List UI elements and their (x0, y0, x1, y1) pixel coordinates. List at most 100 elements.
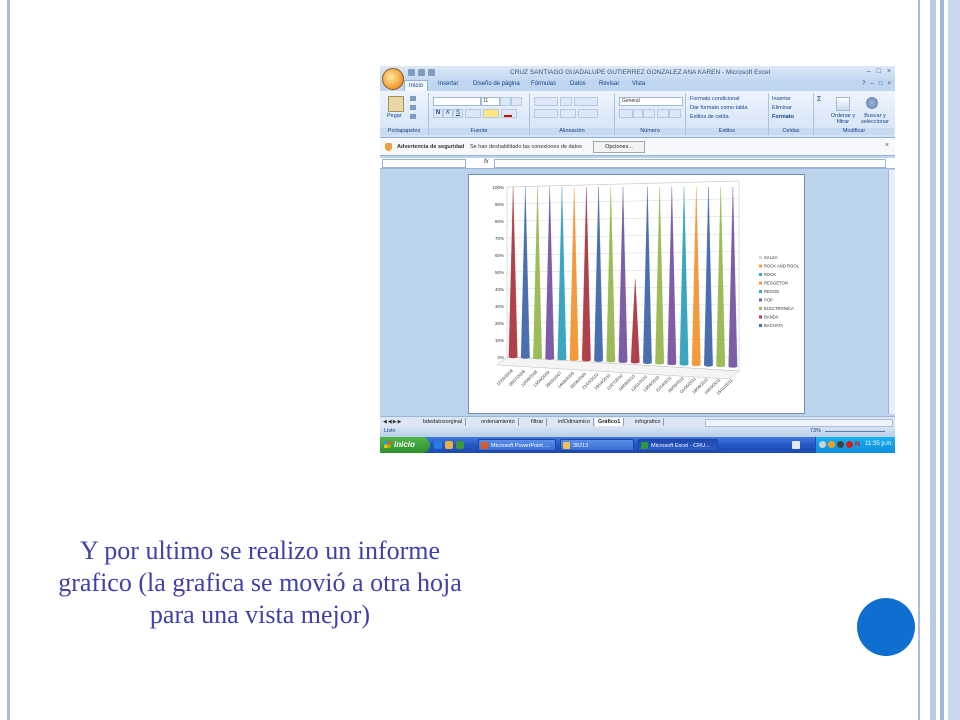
sheet-nav-icons[interactable]: ◀◀▶▶ (383, 419, 402, 425)
alert-icon[interactable] (846, 441, 853, 448)
redo-icon[interactable] (428, 69, 435, 76)
tab-formulas[interactable]: Fórmulas (531, 81, 556, 87)
tab-revisar[interactable]: Revisar (599, 81, 619, 87)
thousands-icon[interactable] (643, 109, 655, 118)
folder-icon[interactable] (445, 441, 453, 449)
italic-icon[interactable]: K (443, 109, 453, 118)
tray-n-icon[interactable]: N (855, 441, 860, 448)
bold-icon[interactable]: N (433, 109, 443, 118)
vertical-align-icon[interactable] (534, 97, 558, 106)
cut-icon[interactable] (410, 96, 416, 101)
tab-insertar[interactable]: Insertar (438, 81, 458, 87)
chart-svg: 0%10%20%30%40%50%60%70%80%90%100%12/05/2… (492, 180, 800, 396)
merge-center-icon[interactable] (578, 109, 598, 118)
wrap-text-icon[interactable] (574, 97, 598, 106)
currency-icon[interactable] (619, 109, 633, 118)
sheet-tab[interactable]: ordenamiento (478, 418, 519, 426)
minimize-icon[interactable]: – (867, 68, 871, 75)
format-cells-button[interactable]: Formato (772, 114, 794, 120)
legend-entry: SALSA (764, 255, 778, 260)
taskbar-folder[interactable]: 36213 (560, 439, 634, 451)
taskbar-excel[interactable]: Microsoft Excel - CRU... (638, 439, 718, 451)
sort-filter-label[interactable]: Ordenar y filtrar (830, 113, 856, 125)
sort-filter-icon[interactable] (836, 97, 850, 111)
shrink-font-icon[interactable] (511, 97, 522, 106)
network-icon[interactable] (819, 441, 826, 448)
y-tick-label: 20% (495, 321, 504, 326)
number-format-select[interactable]: General (619, 97, 683, 106)
tab-vista[interactable]: Vista (632, 81, 645, 87)
grow-font-icon[interactable] (500, 97, 511, 106)
options-button[interactable]: Opciones... (593, 141, 645, 153)
indent-icon[interactable] (560, 109, 576, 118)
minimize-icon[interactable]: – (871, 81, 874, 87)
close-icon[interactable]: × (885, 142, 889, 149)
formula-bar: fx (380, 158, 895, 169)
percent-icon[interactable] (633, 109, 643, 118)
find-select-icon[interactable] (866, 97, 878, 109)
format-as-table-button[interactable]: Dar formato como tabla (690, 105, 747, 111)
fill-color-icon[interactable] (483, 109, 499, 118)
ie-icon[interactable] (434, 441, 442, 449)
autosum-icon[interactable]: Σ (817, 96, 821, 103)
close-icon[interactable]: × (887, 68, 891, 75)
horizontal-align-icon[interactable] (534, 109, 558, 118)
group-numero: General Número (615, 93, 686, 135)
zoom-slider[interactable] (825, 431, 885, 432)
find-select-label[interactable]: Buscar y seleccionar (858, 113, 892, 125)
fx-icon[interactable]: fx (484, 159, 489, 165)
office-button[interactable] (382, 68, 404, 90)
borders-icon[interactable] (465, 109, 481, 118)
antivirus-icon[interactable] (828, 441, 835, 448)
chart-area[interactable]: 0% 10% 20% 30% 40% 50% 60% 70% 80% 90% 100% 12/05/2… (468, 174, 805, 414)
underline-icon[interactable]: S (453, 109, 463, 118)
maximize-icon[interactable]: □ (877, 68, 881, 75)
sheet-tab-active[interactable]: Gráfico1 (595, 418, 625, 426)
help-icon[interactable] (792, 441, 800, 449)
orientation-icon[interactable] (560, 97, 572, 106)
horizontal-scrollbar[interactable] (705, 419, 893, 427)
conditional-format-button[interactable]: Formato condicional (690, 96, 740, 102)
save-icon[interactable] (408, 69, 415, 76)
tab-datos[interactable]: Datos (570, 81, 586, 87)
close-icon[interactable]: × (887, 81, 891, 87)
font-name-select[interactable] (433, 97, 481, 106)
font-size-select[interactable]: 11 (481, 97, 500, 106)
tab-diseno-pagina[interactable]: Diseño de página (473, 81, 520, 87)
cell-styles-button[interactable]: Estilos de celda (690, 114, 729, 120)
tab-inicio[interactable]: Inicio (404, 80, 429, 91)
insert-cells-button[interactable]: Insertar (772, 96, 791, 102)
chart-bar-base (716, 364, 725, 368)
name-box[interactable] (382, 159, 466, 168)
formula-input[interactable] (494, 159, 886, 168)
legend-entry: BACHATA (764, 323, 783, 328)
font-color-icon[interactable] (501, 109, 517, 118)
legend-swatch (759, 256, 762, 259)
restore-icon[interactable]: □ (879, 81, 883, 87)
delete-cells-button[interactable]: Eliminar (772, 105, 792, 111)
sheet-tab[interactable]: bdedatosorginal (420, 418, 467, 426)
help-icon[interactable]: ? (862, 81, 865, 87)
ribbon-tabs: Inicio Insertar Diseño de página Fórmula… (380, 80, 895, 91)
decrease-decimal-icon[interactable] (669, 109, 681, 118)
sheet-tab[interactable]: filtrar (528, 418, 548, 426)
legend-entry: ELECTRONICA (764, 306, 794, 311)
window-title: CRUZ SANTIAGO GUADALUPE GUTIERREZ GONZAL… (510, 69, 771, 76)
format-painter-icon[interactable] (410, 114, 416, 119)
copy-icon[interactable] (410, 105, 416, 110)
legend-swatch (759, 264, 762, 268)
paste-icon[interactable] (388, 96, 404, 112)
vertical-scrollbar[interactable] (888, 170, 895, 414)
system-tray: N 11:35 p.m. (815, 437, 895, 453)
undo-icon[interactable] (418, 69, 425, 76)
chart-bar-base (655, 362, 664, 365)
taskbar-powerpoint[interactable]: Microsoft PowerPoint ... (478, 439, 556, 451)
sheet-tab[interactable]: infOdinamico (555, 418, 595, 426)
zoom-level[interactable]: 73% (810, 428, 821, 434)
increase-decimal-icon[interactable] (657, 109, 669, 118)
sheet-tab[interactable]: infografico (632, 418, 665, 426)
media-icon[interactable] (456, 441, 464, 449)
quick-access-toolbar[interactable] (408, 69, 435, 77)
volume-icon[interactable] (837, 441, 844, 448)
start-button[interactable]: Inicio (380, 437, 430, 453)
